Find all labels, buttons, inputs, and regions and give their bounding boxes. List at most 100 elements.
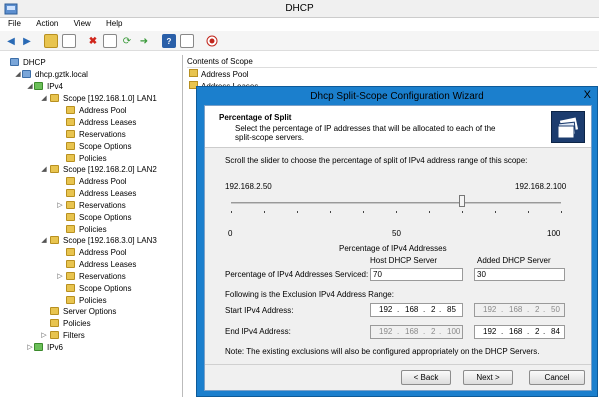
stop-icon[interactable] [205,34,219,48]
tree-item-scope-options[interactable]: Scope Options [66,212,131,223]
range-start-label: 192.168.2.50 [225,182,272,191]
exclusion-heading: Following is the Exclusion IPv4 Address … [225,290,394,299]
tree-item-reservations[interactable]: Reservations [66,200,126,211]
collapse-arrow-icon[interactable]: ◢ [14,70,22,78]
tree-item-reservations[interactable]: Reservations [66,271,126,282]
dialog-title: Dhcp Split-Scope Configuration Wizard [310,91,484,102]
tree-item-filters[interactable]: Filters [50,330,85,341]
slider-tick [561,211,562,213]
slider-mid-label: 50 [392,229,401,238]
dhcp-icon [10,58,19,66]
tree-item-scope-lan1[interactable]: Scope [192.168.1.0] LAN1 [50,93,157,104]
added-start-ip-field[interactable]: 192. 168. 2. 50 [474,303,565,317]
delete-icon[interactable]: ✖ [86,34,100,48]
list-item[interactable]: Address Pool [189,69,249,80]
instruction-text: Scroll the slider to choose the percenta… [225,156,528,165]
folder-icon [66,201,75,209]
slider-track [231,202,561,204]
folder-icon [66,260,75,268]
menu-action[interactable]: Action [31,18,63,29]
host-percentage-field[interactable]: 70 [370,268,463,281]
tree-item-policies[interactable]: Policies [66,153,107,164]
folder-icon [66,213,75,221]
tree-item-reservations[interactable]: Reservations [66,129,126,140]
server-icon [22,70,31,78]
scope-folder-icon [50,236,59,244]
slider-tick [231,211,232,213]
folder-icon [66,225,75,233]
collapse-arrow-icon[interactable]: ◢ [40,236,48,244]
tree-item-policies[interactable]: Policies [50,318,91,329]
back-arrow-icon[interactable]: ◀ [4,34,18,48]
menu-view[interactable]: View [69,18,96,29]
tree-item-policies[interactable]: Policies [66,224,107,235]
slider-min-label: 0 [228,229,233,238]
properties-icon[interactable] [103,34,117,48]
folder-icon [66,130,75,138]
title-bar: DHCP [0,0,599,18]
host-end-ip-field[interactable]: 192. 168. 2. 100 [370,325,463,339]
tree-item-scope-lan3[interactable]: Scope [192.168.3.0] LAN3 [50,235,157,246]
tree-item-address-leases[interactable]: Address Leases [66,259,136,270]
slider-thumb[interactable] [459,195,465,207]
host-start-ip-field[interactable]: 192. 168. 2. 85 [370,303,463,317]
slider-tick [264,211,265,213]
expand-arrow-icon[interactable]: ▷ [26,343,34,351]
next-button[interactable]: Next > [463,370,513,385]
tree-item-scope-options[interactable]: Scope Options [66,283,131,294]
tree-item-scope-lan2[interactable]: Scope [192.168.2.0] LAN2 [50,164,157,175]
slider-ticks [231,211,562,213]
toolbar: ◀ ▶ ✖ ⟳ ➜ ? [0,31,599,51]
cancel-button[interactable]: Cancel [529,370,585,385]
percentage-heading: Percentage of IPv4 Addresses [339,244,447,253]
forward-arrow-icon[interactable]: ▶ [20,34,34,48]
folder-icon [66,154,75,162]
tree-item-ipv6[interactable]: IPv6 [34,342,63,353]
slider-tick [363,211,364,213]
tree-item-address-pool[interactable]: Address Pool [66,247,127,258]
split-slider[interactable] [231,195,562,223]
slider-tick [429,211,430,213]
refresh-icon[interactable]: ⟳ [120,34,134,48]
tree-item-address-leases[interactable]: Address Leases [66,117,136,128]
tree-item-address-pool[interactable]: Address Pool [66,176,127,187]
tree-item-address-pool[interactable]: Address Pool [66,105,127,116]
slider-tick [297,211,298,213]
page-description: Select the percentage of IP addresses th… [235,124,496,133]
folder-icon [66,189,75,197]
wizard-header: Percentage of Split Select the percentag… [205,106,591,148]
close-icon[interactable]: X [584,89,591,101]
help-icon[interactable]: ? [162,34,176,48]
collapse-arrow-icon[interactable]: ◢ [26,82,34,90]
tree-item-policies[interactable]: Policies [66,295,107,306]
folder-icon [66,284,75,292]
expand-arrow-icon[interactable]: ▷ [40,331,48,339]
wizard-banner-icon [551,111,585,143]
tree-item-ipv4[interactable]: IPv4 [34,81,63,92]
show-hide-tree-icon[interactable] [62,34,76,48]
tree-item-server-options[interactable]: Server Options [50,306,116,317]
expand-arrow-icon[interactable]: ▷ [56,272,64,280]
slider-max-label: 100 [547,229,561,238]
collapse-arrow-icon[interactable]: ◢ [40,94,48,102]
added-end-ip-field[interactable]: 192. 168. 2. 84 [474,325,565,339]
back-button[interactable]: < Back [401,370,451,385]
note-text: Note: The existing exclusions will also … [225,347,540,356]
menu-help[interactable]: Help [101,18,127,29]
menu-file[interactable]: File [3,18,26,29]
scope-folder-icon [50,94,59,102]
tree-item-server[interactable]: dhcp.gztk.local [22,69,88,80]
button-separator [205,364,591,365]
pane-icon[interactable] [180,34,194,48]
expand-arrow-icon[interactable]: ▷ [56,201,64,209]
added-percentage-field[interactable]: 30 [474,268,565,281]
tree-item-scope-options[interactable]: Scope Options [66,141,131,152]
tree-item-address-leases[interactable]: Address Leases [66,188,136,199]
tree-item-dhcp[interactable]: DHCP [10,57,46,68]
folder-up-icon[interactable] [44,34,58,48]
column-header[interactable]: Contents of Scope [187,57,597,68]
split-scope-wizard-dialog: Dhcp Split-Scope Configuration Wizard X … [196,86,598,397]
range-end-label: 192.168.2.100 [515,182,567,191]
export-icon[interactable]: ➜ [137,34,151,48]
collapse-arrow-icon[interactable]: ◢ [40,165,48,173]
